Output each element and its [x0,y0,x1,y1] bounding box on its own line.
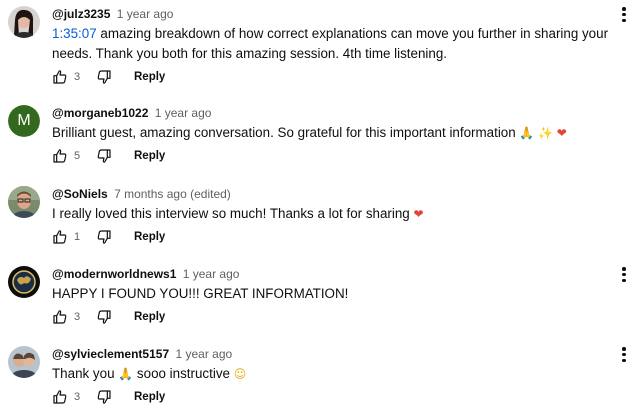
comment-date[interactable]: 1 year ago [155,106,212,120]
comment-actions: 3 Reply [52,388,165,406]
avatar[interactable] [8,346,40,378]
avatar-letter: M [8,105,40,137]
red-heart-emoji: ❤ [413,207,424,221]
like-count: 3 [74,391,81,403]
thumbs-down-icon[interactable] [96,389,112,405]
reply-button[interactable]: Reply [134,311,165,323]
avatar[interactable] [8,266,40,298]
thumbs-up-icon[interactable] [52,309,68,325]
comment-actions: 1 Reply [52,228,165,246]
comment-text-body: I really loved this interview so much! T… [52,206,414,221]
comment-text-middle: sooo instructive [133,366,234,381]
comment-actions: 3 Reply [52,308,165,326]
comment-item: @julz3235 1 year ago 1:35:07 amazing bre… [0,0,640,84]
like-count: 3 [74,71,81,83]
comment-actions: 3 Reply [52,68,165,86]
comment-date[interactable]: 1 year ago [117,7,174,21]
comment-header: @julz3235 1 year ago [52,7,173,21]
comment-text-body: amazing breakdown of how correct explana… [52,26,609,61]
comment-item: @sylvieclement5157 1 year ago Thank you … [0,340,640,415]
comment-date[interactable]: 7 months ago (edited) [114,187,231,201]
thumbs-down-icon[interactable] [96,69,112,85]
comment-text: HAPPY I FOUND YOU!!! GREAT INFORMATION! [52,286,349,301]
avatar[interactable]: M [8,105,40,137]
comment-text: I really loved this interview so much! T… [52,204,624,224]
comment-text: Thank you 🙏 sooo instructive ☺ [52,364,624,384]
reply-button[interactable]: Reply [134,231,165,243]
folded-hands-emoji: 🙏 [118,367,134,381]
thumbs-down-icon[interactable] [96,229,112,245]
comment-author[interactable]: @modernworldnews1 [52,267,176,281]
reply-button[interactable]: Reply [134,391,165,403]
comment-item: @modernworldnews1 1 year ago HAPPY I FOU… [0,260,640,340]
comment-actions: 5 Reply [52,147,165,165]
avatar[interactable] [8,6,40,38]
reply-button[interactable]: Reply [134,71,165,83]
comment-item: M @morganeb1022 1 year ago Brilliant gue… [0,99,640,179]
like-count: 3 [74,311,81,323]
red-heart-emoji: ❤ [556,126,567,140]
comment-header: @SoNiels 7 months ago (edited) [52,187,231,201]
more-vert-icon[interactable] [620,267,628,285]
comment-author[interactable]: @morganeb1022 [52,106,148,120]
comment-date[interactable]: 1 year ago [183,267,240,281]
more-vert-icon[interactable] [620,347,628,365]
thumbs-up-icon[interactable] [52,389,68,405]
sparkles-emoji: ✨ [538,126,554,140]
more-vert-icon[interactable] [620,7,628,25]
thumbs-down-icon[interactable] [96,309,112,325]
comment-text: 1:35:07 amazing breakdown of how correct… [52,24,624,64]
comment-text-before: Thank you [52,366,119,381]
comment-header: @modernworldnews1 1 year ago [52,267,239,281]
like-count: 1 [74,231,81,243]
thumbs-up-icon[interactable] [52,229,68,245]
comment-author[interactable]: @julz3235 [52,7,110,21]
comment-text: Brilliant guest, amazing conversation. S… [52,123,624,143]
comment-header: @morganeb1022 1 year ago [52,106,211,120]
comment-author[interactable]: @SoNiels [52,187,108,201]
folded-hands-emoji: 🙏 [519,126,535,140]
smiling-face-emoji: ☺ [233,367,247,381]
comment-author[interactable]: @sylvieclement5157 [52,347,169,361]
timestamp-link[interactable]: 1:35:07 [52,26,97,41]
thumbs-up-icon[interactable] [52,69,68,85]
comment-text-body: Brilliant guest, amazing conversation. S… [52,125,520,140]
comment-item: @SoNiels 7 months ago (edited) I really … [0,180,640,260]
thumbs-up-icon[interactable] [52,148,68,164]
comment-header: @sylvieclement5157 1 year ago [52,347,232,361]
comment-date[interactable]: 1 year ago [175,347,232,361]
avatar[interactable] [8,186,40,218]
reply-button[interactable]: Reply [134,150,165,162]
thumbs-down-icon[interactable] [96,148,112,164]
like-count: 5 [74,150,81,162]
